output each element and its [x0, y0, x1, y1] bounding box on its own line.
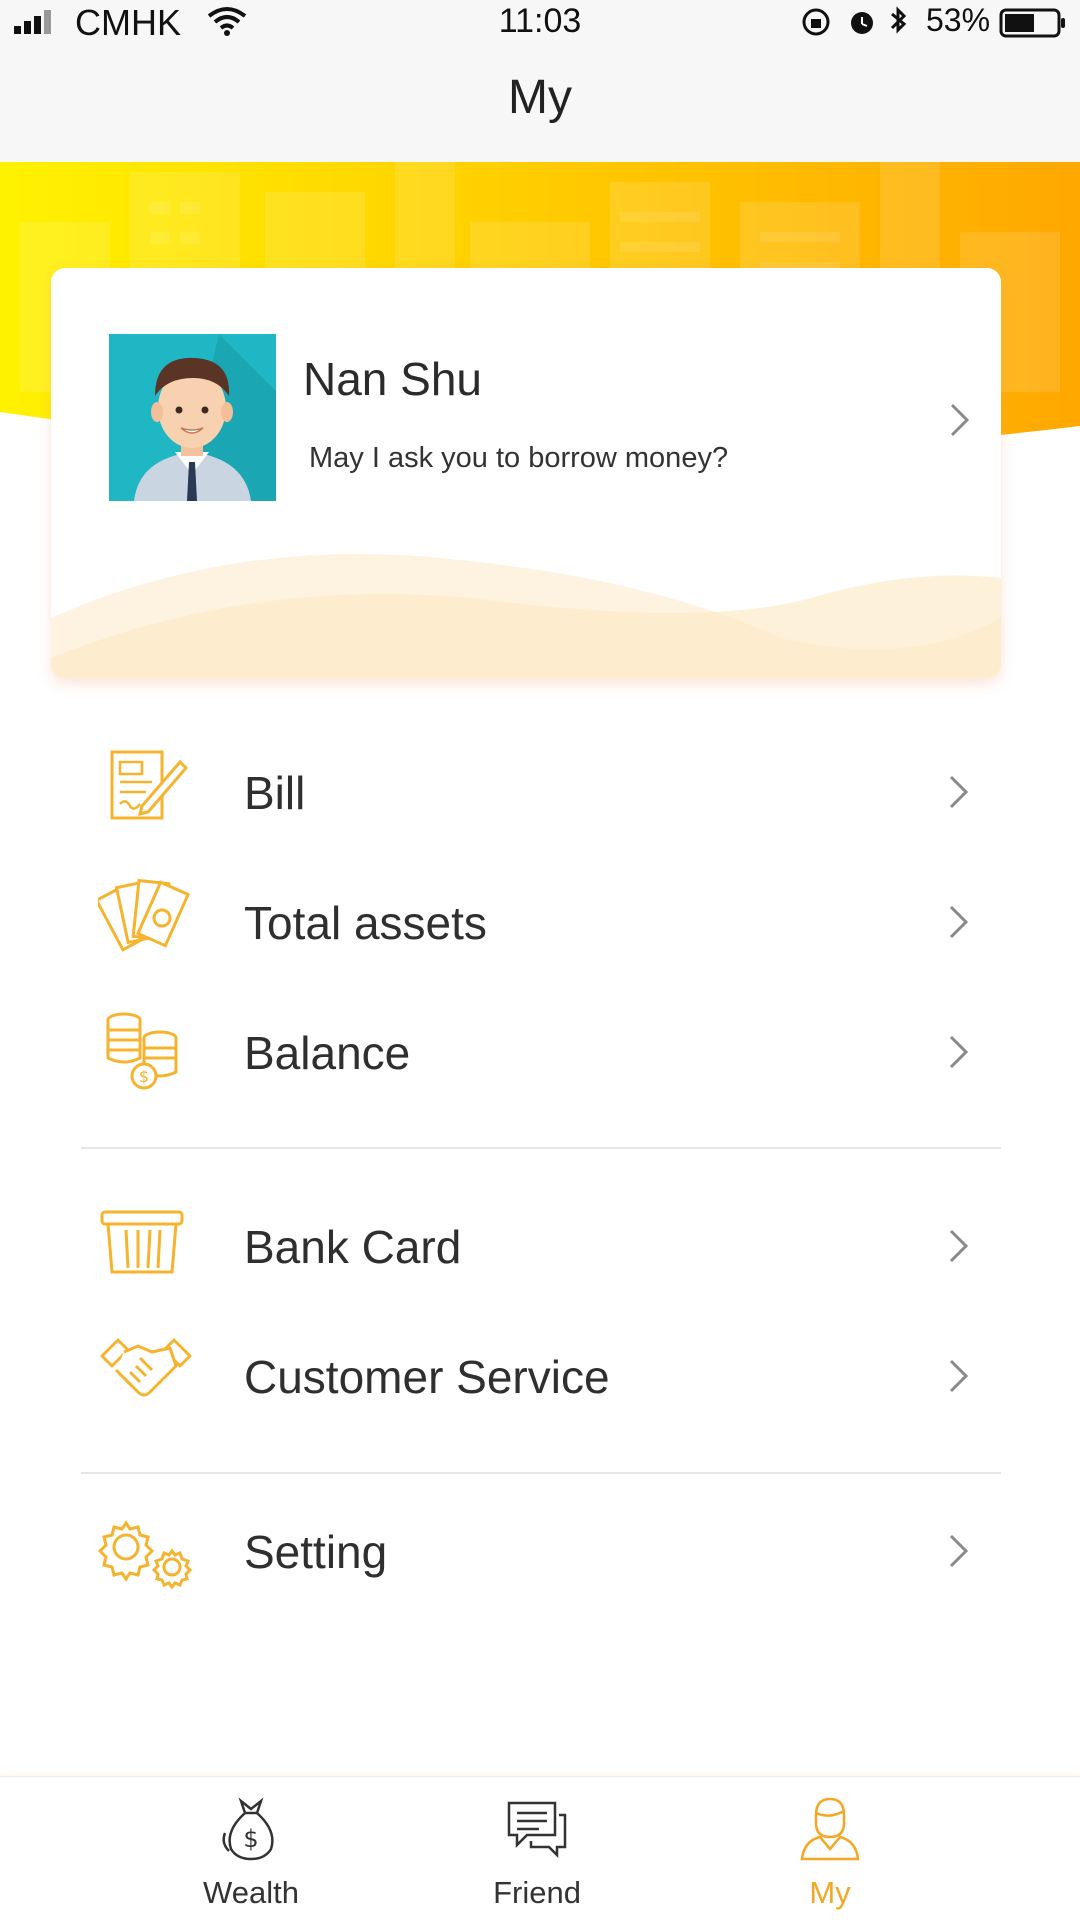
tab-label-my: My [809, 1875, 851, 1910]
menu-label-customer-service: Customer Service [244, 1351, 610, 1403]
menu-label-setting: Setting [244, 1526, 388, 1578]
profile-card[interactable]: Nan Shu May I ask you to borrow money? [51, 268, 1001, 678]
alarm-icon [851, 12, 873, 34]
battery-percent: 53% [926, 2, 991, 38]
menu-item-bank-card[interactable]: Bank Card [0, 1186, 1080, 1306]
menu-item-customer-service[interactable]: Customer Service [0, 1316, 1080, 1436]
money-bag-icon: $ [222, 1797, 274, 1861]
handshake-icon [100, 1338, 192, 1397]
profile-name: Nan Shu [303, 353, 483, 405]
person-icon [800, 1797, 860, 1861]
status-bar: CMHK 11:03 53% [0, 0, 1080, 44]
svg-text:$: $ [139, 1067, 149, 1086]
system-icons [802, 6, 907, 36]
menu-item-balance[interactable]: $ Balance [0, 992, 1080, 1112]
menu-label-bank-card: Bank Card [244, 1221, 462, 1273]
chevron-right-icon [950, 403, 970, 437]
chevron-right-icon [949, 1359, 969, 1393]
profile-motto: May I ask you to borrow money? [309, 442, 729, 474]
gears-icon [98, 1520, 193, 1589]
chevron-right-icon [949, 775, 969, 809]
tab-friend[interactable]: Friend [437, 1777, 637, 1921]
chevron-right-icon [949, 1229, 969, 1263]
tab-my[interactable]: My [730, 1777, 930, 1921]
chevron-right-icon [949, 905, 969, 939]
tab-bar: $ Wealth Friend My [0, 1776, 1080, 1921]
menu-item-bill[interactable]: Bill [0, 732, 1080, 852]
tab-label-friend: Friend [493, 1875, 581, 1910]
card-wave-decoration [51, 554, 1001, 678]
page-title: My [508, 71, 572, 124]
menu-label-balance: Balance [244, 1027, 411, 1079]
nav-bar: My [0, 44, 1080, 162]
bill-icon [110, 750, 189, 820]
cash-fan-icon [98, 878, 190, 952]
menu-item-total-assets[interactable]: Total assets [0, 862, 1080, 982]
section-divider [81, 1472, 1001, 1474]
tab-label-wealth: Wealth [203, 1875, 299, 1910]
battery-icon [999, 8, 1065, 38]
chevron-right-icon [949, 1534, 969, 1568]
chevron-right-icon [949, 1035, 969, 1069]
svg-text:$: $ [243, 1825, 258, 1853]
menu-label-total-assets: Total assets [244, 897, 487, 949]
menu-item-setting[interactable]: Setting [0, 1491, 1080, 1611]
menu-label-bill: Bill [244, 767, 306, 819]
rotation-lock-icon [802, 8, 830, 36]
chat-bubbles-icon [507, 1801, 567, 1859]
section-divider [81, 1147, 1001, 1149]
tab-wealth[interactable]: $ Wealth [151, 1777, 351, 1921]
avatar[interactable] [109, 334, 276, 501]
bank-card-icon [100, 1210, 184, 1274]
bluetooth-icon [890, 6, 907, 34]
coins-icon: $ [106, 1012, 178, 1090]
